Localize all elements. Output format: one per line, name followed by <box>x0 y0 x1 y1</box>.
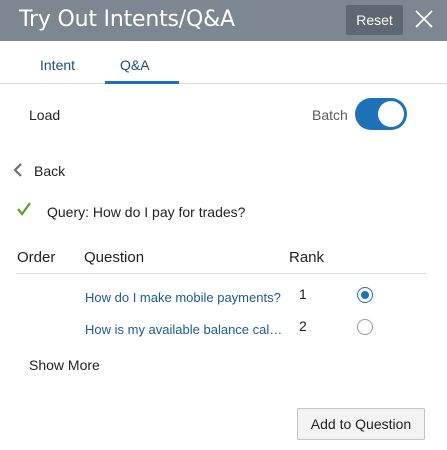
toggle-knob <box>378 101 404 127</box>
column-header-order: Order <box>17 249 56 266</box>
show-more-link[interactable]: Show More <box>29 357 100 373</box>
query-text: Query: How do I pay for trades? <box>47 204 246 220</box>
tab-qa[interactable]: Q&A <box>120 57 150 73</box>
rank-value: 2 <box>299 318 307 334</box>
back-label: Back <box>34 163 66 179</box>
checkmark-icon <box>17 202 31 216</box>
add-to-question-button[interactable]: Add to Question <box>297 408 425 440</box>
select-radio[interactable] <box>357 287 373 303</box>
rank-value: 1 <box>299 286 307 302</box>
chevron-left-icon <box>13 163 22 177</box>
question-link[interactable]: How is my available balance calculated? <box>85 322 283 337</box>
panel-header: Try Out Intents/Q&A Reset <box>0 0 447 41</box>
panel-title: Try Out Intents/Q&A <box>19 7 235 32</box>
close-button[interactable] <box>405 5 441 35</box>
tab-bar: Intent Q&A <box>0 41 447 84</box>
question-link[interactable]: How do I make mobile payments? <box>85 290 283 305</box>
load-label: Load <box>29 107 61 123</box>
close-icon <box>415 10 433 28</box>
table-divider <box>16 273 426 274</box>
batch-label: Batch <box>312 107 348 123</box>
column-header-rank: Rank <box>289 249 325 266</box>
select-radio[interactable] <box>357 319 373 335</box>
tab-intent[interactable]: Intent <box>40 57 75 73</box>
table-row: How do I make mobile payments? 1 <box>16 283 426 313</box>
batch-toggle[interactable] <box>355 98 407 130</box>
active-tab-indicator <box>105 81 179 84</box>
reset-button[interactable]: Reset <box>346 5 403 35</box>
column-header-question: Question <box>84 249 145 266</box>
table-row: How is my available balance calculated? … <box>16 315 426 345</box>
